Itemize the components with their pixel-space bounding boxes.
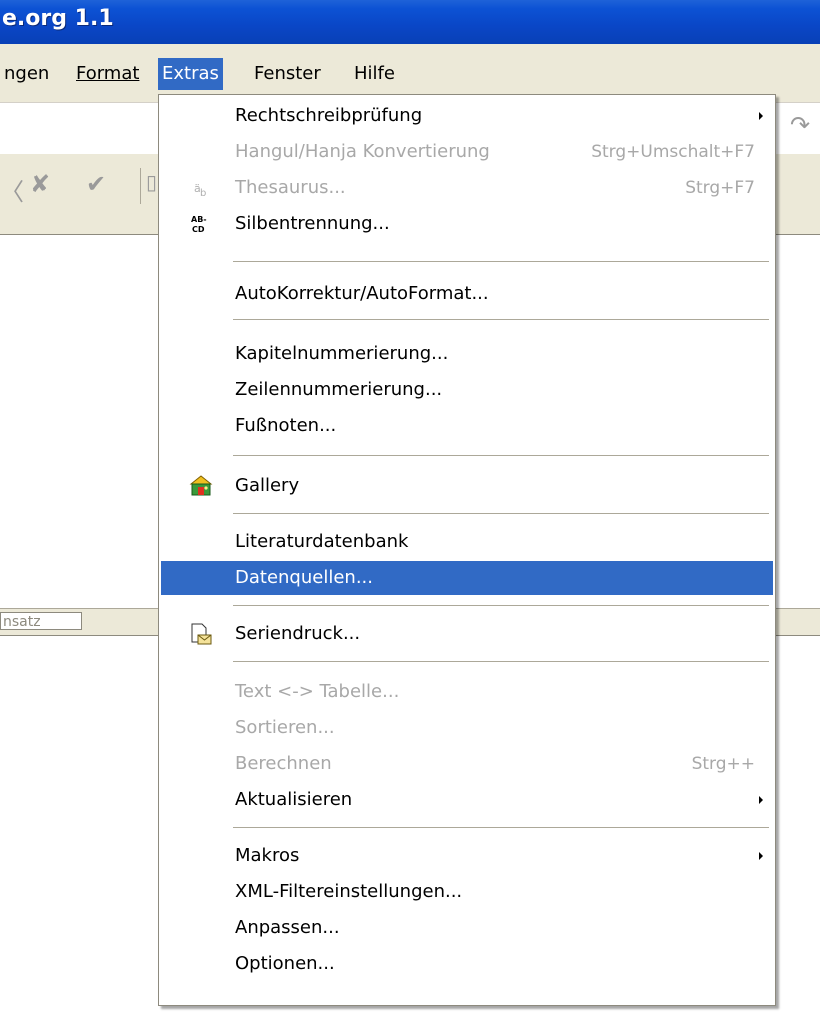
menu-item-label: Aktualisieren	[235, 789, 353, 810]
menu-item-label: Datenquellen...	[235, 567, 373, 588]
menu-separator	[233, 827, 769, 828]
menu-fenster-label: Fenster	[254, 63, 321, 84]
submenu-arrow-icon	[759, 796, 763, 804]
menu-item-datenquellen[interactable]: Datenquellen...	[161, 561, 773, 595]
thesaurus-icon: ä b	[189, 176, 213, 200]
toolbar-edge-icon[interactable]: 〈	[0, 172, 24, 207]
menu-item-fussnoten[interactable]: Fußnoten...	[161, 409, 773, 443]
shortcut-label: Strg++	[691, 754, 755, 774]
shortcut-label: Strg+Umschalt+F7	[591, 142, 755, 162]
submenu-arrow-icon	[759, 852, 763, 860]
menu-fenster[interactable]: Fenster	[250, 58, 325, 90]
menu-item-label: Silbentrennung...	[235, 213, 390, 234]
menu-item-kapitelnummerierung[interactable]: Kapitelnummerierung...	[161, 337, 773, 371]
menu-item-label: Zeilennummerierung...	[235, 379, 443, 400]
menu-item-text-tabelle[interactable]: Text <-> Tabelle...	[161, 675, 773, 709]
status-field: nsatz	[0, 612, 82, 630]
menu-extras[interactable]: Extras	[158, 58, 223, 90]
menu-item-xml-filtereinstellungen[interactable]: XML-Filtereinstellungen...	[161, 875, 773, 909]
menu-item-label: Optionen...	[235, 953, 335, 974]
menu-item-label: Literaturdatenbank	[235, 531, 409, 552]
menu-separator	[233, 605, 769, 606]
menu-separator	[233, 261, 769, 262]
menu-format[interactable]: Format	[72, 58, 143, 90]
svg-text:CD: CD	[192, 225, 205, 234]
redo-icon[interactable]: ↷	[790, 111, 810, 139]
menu-item-label: Kapitelnummerierung...	[235, 343, 449, 364]
menu-item-anpassen[interactable]: Anpassen...	[161, 911, 773, 945]
menu-item-aktualisieren[interactable]: Aktualisieren	[161, 783, 773, 817]
menu-item-literaturdatenbank[interactable]: Literaturdatenbank	[161, 525, 773, 559]
window-title: e.org 1.1	[2, 6, 114, 31]
menu-item-makros[interactable]: Makros	[161, 839, 773, 873]
shortcut-label: Strg+F7	[685, 178, 755, 198]
menu-item-label: Rechtschreibprüfung	[235, 105, 423, 126]
hyphenation-icon: AB- CD	[189, 212, 213, 236]
menu-item-optionen[interactable]: Optionen...	[161, 947, 773, 981]
title-bar: e.org 1.1	[0, 0, 820, 44]
menu-item-label: Sortieren...	[235, 717, 335, 738]
svg-text:b: b	[200, 188, 206, 198]
menu-extras-label: Extras	[162, 63, 219, 84]
menu-item-gallery[interactable]: Gallery	[161, 469, 773, 503]
menu-separator	[233, 513, 769, 514]
menu-item-silbentrennung[interactable]: AB- CD Silbentrennung...	[161, 207, 773, 241]
menu-item-thesaurus[interactable]: ä b Thesaurus... Strg+F7	[161, 171, 773, 205]
menu-item-seriendruck[interactable]: Seriendruck...	[161, 617, 773, 651]
menu-item-label: XML-Filtereinstellungen...	[235, 881, 463, 902]
menu-item-label: Berechnen	[235, 753, 332, 774]
menu-hilfe[interactable]: Hilfe	[350, 58, 399, 90]
menu-item-label: Anpassen...	[235, 917, 340, 938]
menu-item-label: Thesaurus...	[235, 177, 346, 198]
menu-item-sortieren[interactable]: Sortieren...	[161, 711, 773, 745]
menu-item-label: Hangul/Hanja Konvertierung	[235, 141, 490, 162]
reject-change-icon[interactable]: ✘	[30, 170, 50, 198]
menu-item-hangul-hanja[interactable]: Hangul/Hanja Konvertierung Strg+Umschalt…	[161, 135, 773, 169]
svg-text:AB-: AB-	[191, 215, 207, 224]
menu-format-label: Format	[76, 63, 140, 84]
submenu-arrow-icon	[759, 112, 763, 120]
accept-change-icon[interactable]: ✔	[86, 170, 106, 198]
menu-item-label: Makros	[235, 845, 300, 866]
menu-separator	[233, 455, 769, 456]
menu-item-label: Seriendruck...	[235, 623, 361, 644]
extras-menu: Rechtschreibprüfung Hangul/Hanja Konvert…	[158, 94, 776, 1006]
toolbar-divider	[140, 168, 141, 204]
menu-item-label: Fußnoten...	[235, 415, 337, 436]
mail-merge-icon	[189, 622, 213, 646]
menu-einfuegen[interactable]: ngen	[0, 58, 53, 90]
document-area[interactable]	[0, 235, 160, 610]
menu-einfuegen-label: ngen	[4, 63, 50, 84]
menu-separator	[233, 319, 769, 320]
partial-toolbar-icon[interactable]: ▯	[146, 170, 157, 194]
menu-item-label: AutoKorrektur/AutoFormat...	[235, 283, 489, 304]
menu-hilfe-label: Hilfe	[354, 63, 395, 84]
menu-item-berechnen[interactable]: Berechnen Strg++	[161, 747, 773, 781]
menu-item-label: Text <-> Tabelle...	[235, 681, 400, 702]
menu-item-label: Gallery	[235, 475, 300, 496]
menu-item-autokorrektur[interactable]: AutoKorrektur/AutoFormat...	[161, 277, 773, 311]
menu-item-zeilennummerierung[interactable]: Zeilennummerierung...	[161, 373, 773, 407]
menu-separator	[233, 661, 769, 662]
menu-item-rechtschreibpruefung[interactable]: Rechtschreibprüfung	[161, 99, 773, 133]
gallery-icon	[189, 474, 213, 498]
